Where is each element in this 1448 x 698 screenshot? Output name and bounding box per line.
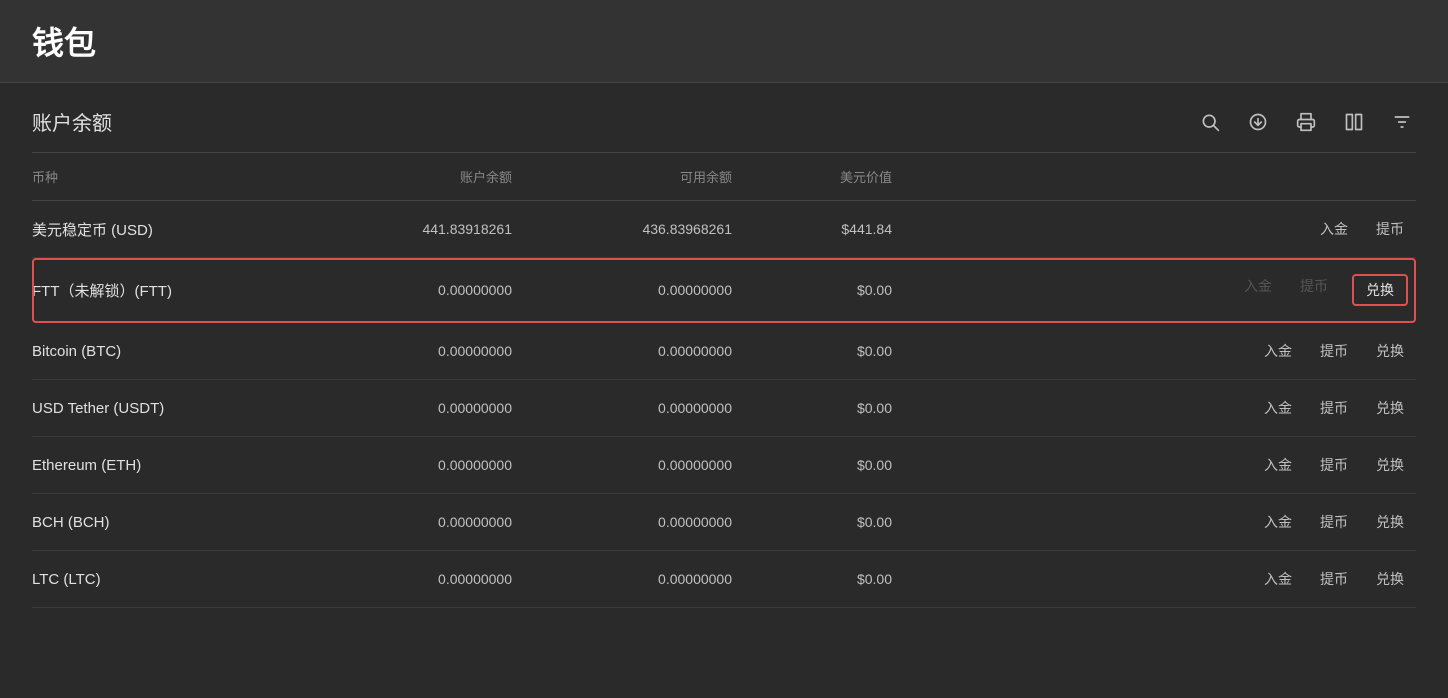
available-value: 436.83968261 bbox=[512, 221, 732, 237]
action-buttons: 入金提币兑换 bbox=[892, 396, 1416, 420]
balance-value: 441.83918261 bbox=[292, 221, 512, 237]
header-balance: 账户余额 bbox=[292, 167, 512, 186]
withdraw-button[interactable]: 提币 bbox=[1316, 453, 1352, 477]
convert-button[interactable]: 兑换 bbox=[1372, 396, 1408, 420]
action-buttons: 入金提币兑换 bbox=[892, 339, 1416, 363]
deposit-button: 入金 bbox=[1240, 274, 1276, 306]
balance-value: 0.00000000 bbox=[292, 457, 512, 473]
convert-button[interactable]: 兑换 bbox=[1372, 567, 1408, 591]
deposit-button[interactable]: 入金 bbox=[1260, 453, 1296, 477]
usd-value: $0.00 bbox=[732, 457, 892, 473]
search-icon[interactable] bbox=[1196, 108, 1224, 136]
currency-name: Bitcoin (BTC) bbox=[32, 343, 292, 360]
deposit-button[interactable]: 入金 bbox=[1260, 396, 1296, 420]
balance-value: 0.00000000 bbox=[292, 514, 512, 530]
print-icon[interactable] bbox=[1292, 108, 1320, 136]
filter-icon[interactable] bbox=[1388, 108, 1416, 136]
usd-value: $0.00 bbox=[732, 400, 892, 416]
table-row: LTC (LTC)0.000000000.00000000$0.00入金提币兑换 bbox=[32, 551, 1416, 608]
header-currency: 币种 bbox=[32, 167, 292, 186]
withdraw-button[interactable]: 提币 bbox=[1316, 567, 1352, 591]
table-row: Ethereum (ETH)0.000000000.00000000$0.00入… bbox=[32, 437, 1416, 494]
available-value: 0.00000000 bbox=[512, 514, 732, 530]
currency-name: 美元稳定币 (USD) bbox=[32, 219, 292, 240]
table-row: BCH (BCH)0.000000000.00000000$0.00入金提币兑换 bbox=[32, 494, 1416, 551]
header-available: 可用余额 bbox=[512, 167, 732, 186]
table-row: USD Tether (USDT)0.000000000.00000000$0.… bbox=[32, 380, 1416, 437]
currency-name: FTT（未解锁）(FTT) bbox=[32, 280, 292, 301]
balance-value: 0.00000000 bbox=[292, 400, 512, 416]
usd-value: $0.00 bbox=[732, 343, 892, 359]
convert-button[interactable]: 兑换 bbox=[1372, 339, 1408, 363]
columns-icon[interactable] bbox=[1340, 108, 1368, 136]
available-value: 0.00000000 bbox=[512, 400, 732, 416]
header-usd: 美元价值 bbox=[732, 167, 892, 186]
main-content: 账户余额 bbox=[0, 83, 1448, 608]
deposit-button[interactable]: 入金 bbox=[1260, 510, 1296, 534]
action-buttons: 入金提币兑换 bbox=[892, 453, 1416, 477]
table-row: 美元稳定币 (USD)441.83918261436.83968261$441.… bbox=[32, 201, 1416, 258]
section-title: 账户余额 bbox=[32, 107, 112, 136]
withdraw-button[interactable]: 提币 bbox=[1316, 396, 1352, 420]
balance-value: 0.00000000 bbox=[292, 343, 512, 359]
deposit-button[interactable]: 入金 bbox=[1260, 567, 1296, 591]
withdraw-button: 提币 bbox=[1296, 274, 1332, 306]
currency-name: LTC (LTC) bbox=[32, 571, 292, 588]
toolbar-icons bbox=[1196, 108, 1416, 136]
available-value: 0.00000000 bbox=[512, 282, 732, 298]
withdraw-button[interactable]: 提币 bbox=[1316, 510, 1352, 534]
action-buttons: 入金提币兑换 bbox=[892, 567, 1416, 591]
convert-button[interactable]: 兑换 bbox=[1372, 453, 1408, 477]
table-header: 币种 账户余额 可用余额 美元价值 bbox=[32, 153, 1416, 201]
action-buttons: 入金提币兑换 bbox=[892, 510, 1416, 534]
convert-button[interactable]: 兑换 bbox=[1372, 510, 1408, 534]
convert-button[interactable]: 兑换 bbox=[1352, 274, 1408, 306]
action-buttons: 入金提币 bbox=[892, 217, 1416, 241]
balance-value: 0.00000000 bbox=[292, 282, 512, 298]
currency-name: USD Tether (USDT) bbox=[32, 400, 292, 417]
action-buttons: 入金提币兑换 bbox=[892, 274, 1416, 306]
usd-value: $0.00 bbox=[732, 282, 892, 298]
withdraw-button[interactable]: 提币 bbox=[1316, 339, 1352, 363]
deposit-button[interactable]: 入金 bbox=[1316, 217, 1352, 241]
currency-name: Ethereum (ETH) bbox=[32, 457, 292, 474]
withdraw-button[interactable]: 提币 bbox=[1372, 217, 1408, 241]
usd-value: $0.00 bbox=[732, 514, 892, 530]
table-row: FTT（未解锁）(FTT)0.000000000.00000000$0.00入金… bbox=[32, 258, 1416, 323]
currency-name: BCH (BCH) bbox=[32, 514, 292, 531]
page-title: 钱包 bbox=[32, 18, 1416, 64]
balance-value: 0.00000000 bbox=[292, 571, 512, 587]
available-value: 0.00000000 bbox=[512, 571, 732, 587]
usd-value: $0.00 bbox=[732, 571, 892, 587]
available-value: 0.00000000 bbox=[512, 457, 732, 473]
page-header: 钱包 bbox=[0, 0, 1448, 83]
table-row: Bitcoin (BTC)0.000000000.00000000$0.00入金… bbox=[32, 323, 1416, 380]
usd-value: $441.84 bbox=[732, 221, 892, 237]
balance-table: 币种 账户余额 可用余额 美元价值 美元稳定币 (USD)441.8391826… bbox=[32, 153, 1416, 608]
section-header: 账户余额 bbox=[32, 83, 1416, 153]
available-value: 0.00000000 bbox=[512, 343, 732, 359]
table-body: 美元稳定币 (USD)441.83918261436.83968261$441.… bbox=[32, 201, 1416, 608]
deposit-button[interactable]: 入金 bbox=[1260, 339, 1296, 363]
download-icon[interactable] bbox=[1244, 108, 1272, 136]
